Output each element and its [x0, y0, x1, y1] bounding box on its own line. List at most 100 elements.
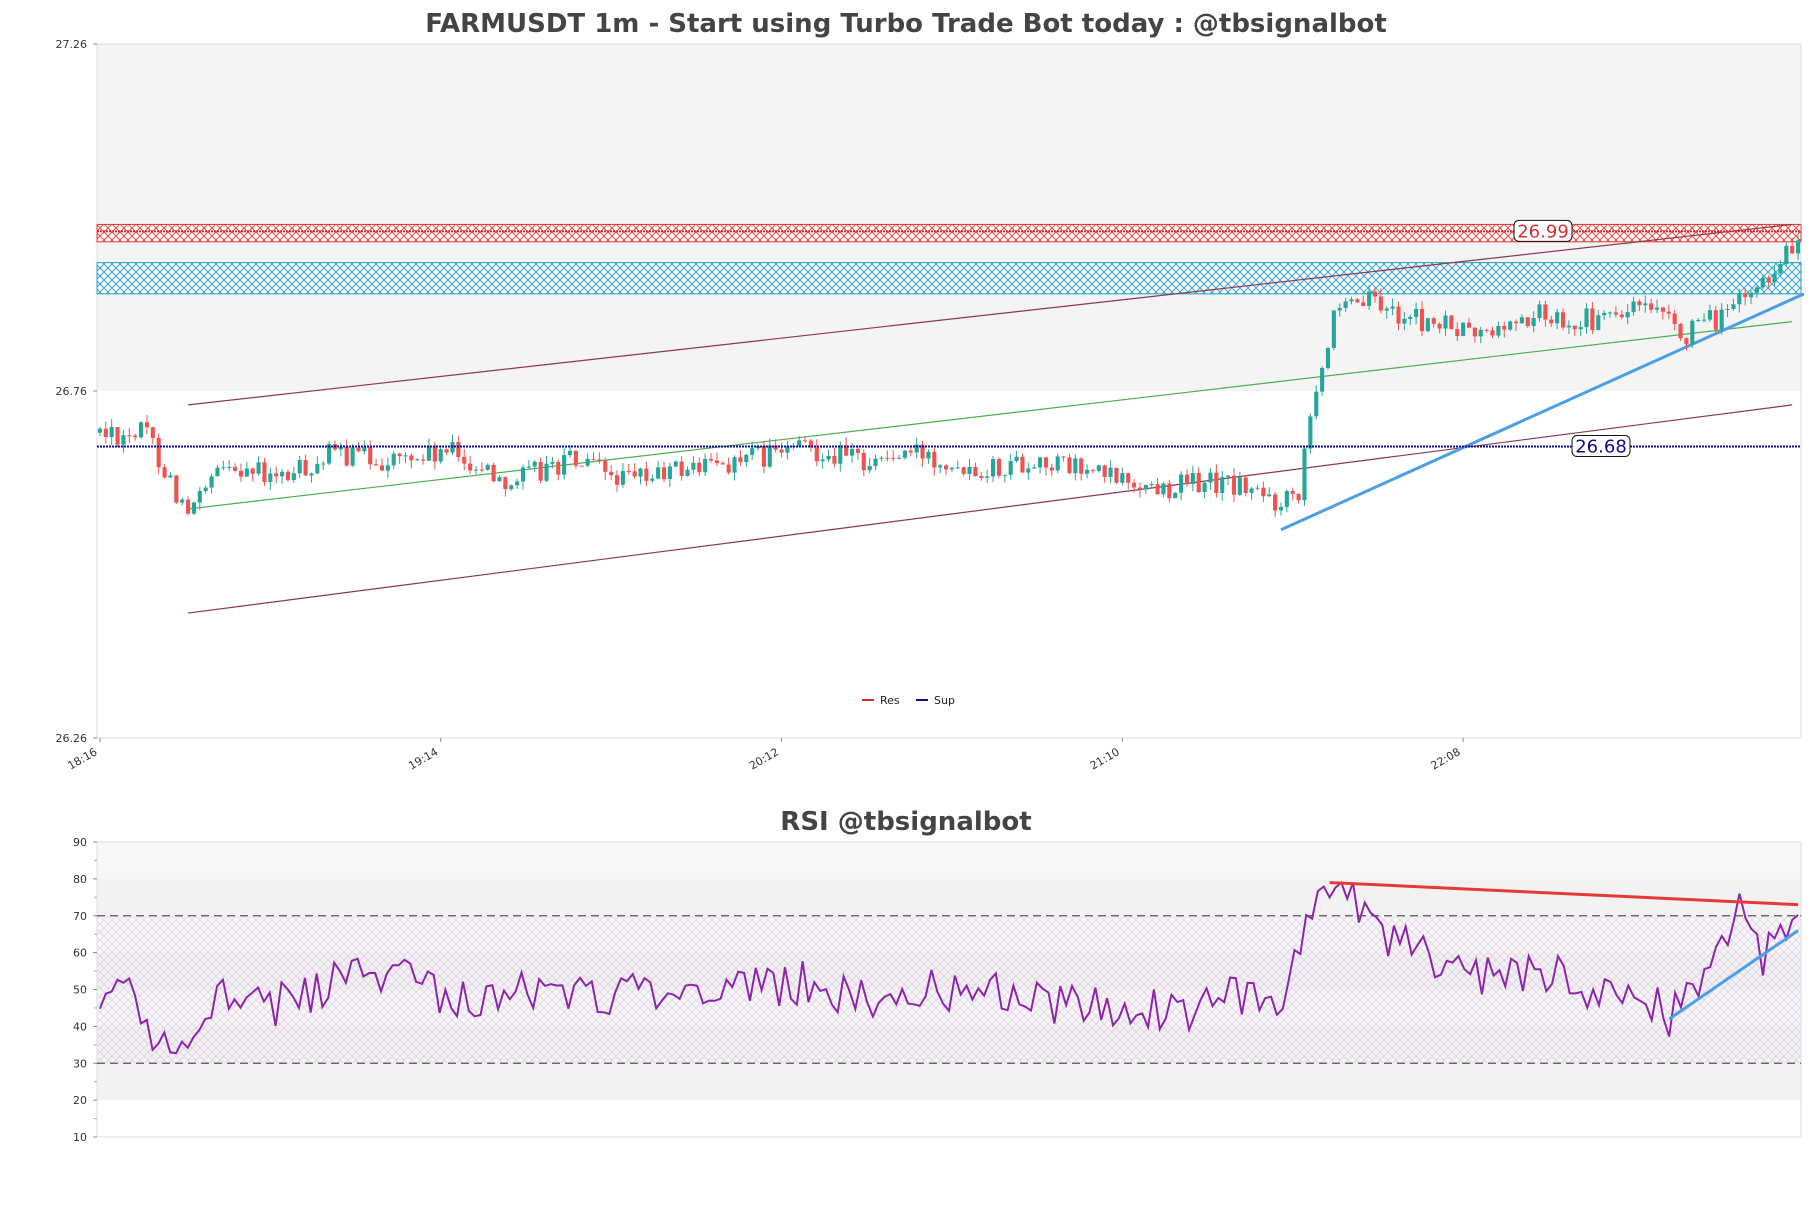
level-tag-label: 26.68 — [1575, 437, 1627, 458]
candle-body — [703, 458, 708, 473]
candle-body — [908, 450, 913, 453]
rsi-y-tick-label: 60 — [73, 947, 87, 960]
candle-body — [1067, 457, 1072, 474]
candle — [1173, 492, 1178, 499]
y-tick-label: 27.26 — [56, 38, 88, 51]
candle-body — [556, 462, 561, 475]
y-tick-label: 26.26 — [56, 732, 88, 745]
candle-body — [1713, 310, 1718, 330]
candle-body — [544, 463, 549, 481]
candle-body — [180, 499, 185, 503]
candle-body — [932, 451, 937, 468]
candle-body — [368, 447, 373, 465]
candle-body — [468, 463, 473, 471]
candle-body — [1390, 306, 1395, 309]
candle — [1461, 322, 1466, 337]
candle-body — [1249, 488, 1254, 493]
candle-body — [321, 463, 326, 465]
candle-body — [150, 427, 155, 438]
candle — [1449, 314, 1454, 330]
candle-body — [949, 467, 954, 470]
candle-body — [597, 459, 602, 461]
candle-body — [1002, 474, 1007, 476]
candle-body — [1378, 296, 1383, 311]
candle-body — [632, 471, 637, 477]
candle-body — [1549, 319, 1554, 324]
candle-body — [938, 465, 943, 468]
candle-body — [896, 457, 902, 459]
candle-body — [1766, 277, 1771, 283]
candle-body — [1372, 291, 1378, 297]
candle-body — [344, 447, 349, 466]
candle-body — [1284, 491, 1289, 507]
candle-body — [1437, 323, 1442, 329]
candle-body — [1649, 303, 1654, 310]
candle-body — [1237, 477, 1242, 495]
candle-body — [944, 465, 949, 470]
candle-body — [1678, 323, 1683, 339]
candle-body — [1666, 311, 1671, 314]
candle-body — [1414, 308, 1419, 317]
candle-body — [1049, 467, 1054, 471]
candle-body — [1096, 465, 1101, 471]
candle-body — [885, 457, 890, 459]
candle-body — [849, 448, 855, 456]
candle-body — [309, 473, 314, 476]
candle-body — [485, 464, 490, 470]
candle — [573, 450, 578, 469]
candle-body — [550, 462, 555, 464]
candle-body — [1396, 306, 1401, 324]
candle-body — [1167, 483, 1172, 499]
candle-body — [209, 476, 214, 488]
candle-body — [297, 460, 302, 474]
candle-body — [644, 468, 649, 481]
candle-body — [967, 466, 972, 474]
candle-body — [1114, 467, 1119, 483]
candle-body — [861, 452, 866, 471]
candle-body — [1120, 473, 1125, 483]
candle-body — [1731, 304, 1736, 309]
candle-body — [609, 471, 614, 476]
candle-body — [614, 475, 620, 485]
candle — [1425, 317, 1430, 333]
candle-body — [826, 455, 831, 460]
candle-body — [1349, 299, 1354, 302]
candle — [1331, 309, 1336, 351]
candle-body — [291, 473, 296, 481]
candle-body — [438, 449, 443, 462]
candle-body — [1555, 312, 1560, 324]
candle-body — [415, 459, 420, 461]
candle-body — [926, 451, 931, 459]
candle-body — [526, 466, 531, 468]
candle-body — [1267, 494, 1272, 497]
candle-body — [1508, 321, 1513, 330]
candle-body — [186, 499, 191, 514]
candle — [491, 462, 496, 483]
candle-body — [1519, 317, 1524, 324]
candle-body — [285, 471, 291, 481]
candle-body — [1273, 494, 1278, 511]
candle-body — [1754, 287, 1759, 293]
candle-body — [726, 464, 731, 473]
candle-body — [685, 469, 690, 476]
candle-body — [1490, 330, 1495, 336]
candle-body — [620, 471, 625, 485]
candle-body — [1202, 482, 1207, 493]
rsi-band — [97, 842, 1801, 879]
candle — [1302, 447, 1307, 506]
candle-body — [97, 428, 102, 433]
candle-body — [1696, 319, 1701, 321]
candle-body — [391, 453, 396, 466]
candle-body — [1707, 310, 1712, 320]
candle-body — [315, 463, 320, 474]
candle-body — [1361, 302, 1366, 306]
candle-body — [250, 468, 255, 474]
candle-body — [1525, 317, 1530, 327]
candle-body — [562, 455, 567, 475]
candle-body — [779, 449, 784, 453]
candle-body — [1208, 472, 1213, 483]
candle — [174, 474, 179, 504]
candle-body — [1061, 456, 1066, 458]
candle-body — [115, 427, 120, 445]
candle-body — [720, 463, 725, 465]
